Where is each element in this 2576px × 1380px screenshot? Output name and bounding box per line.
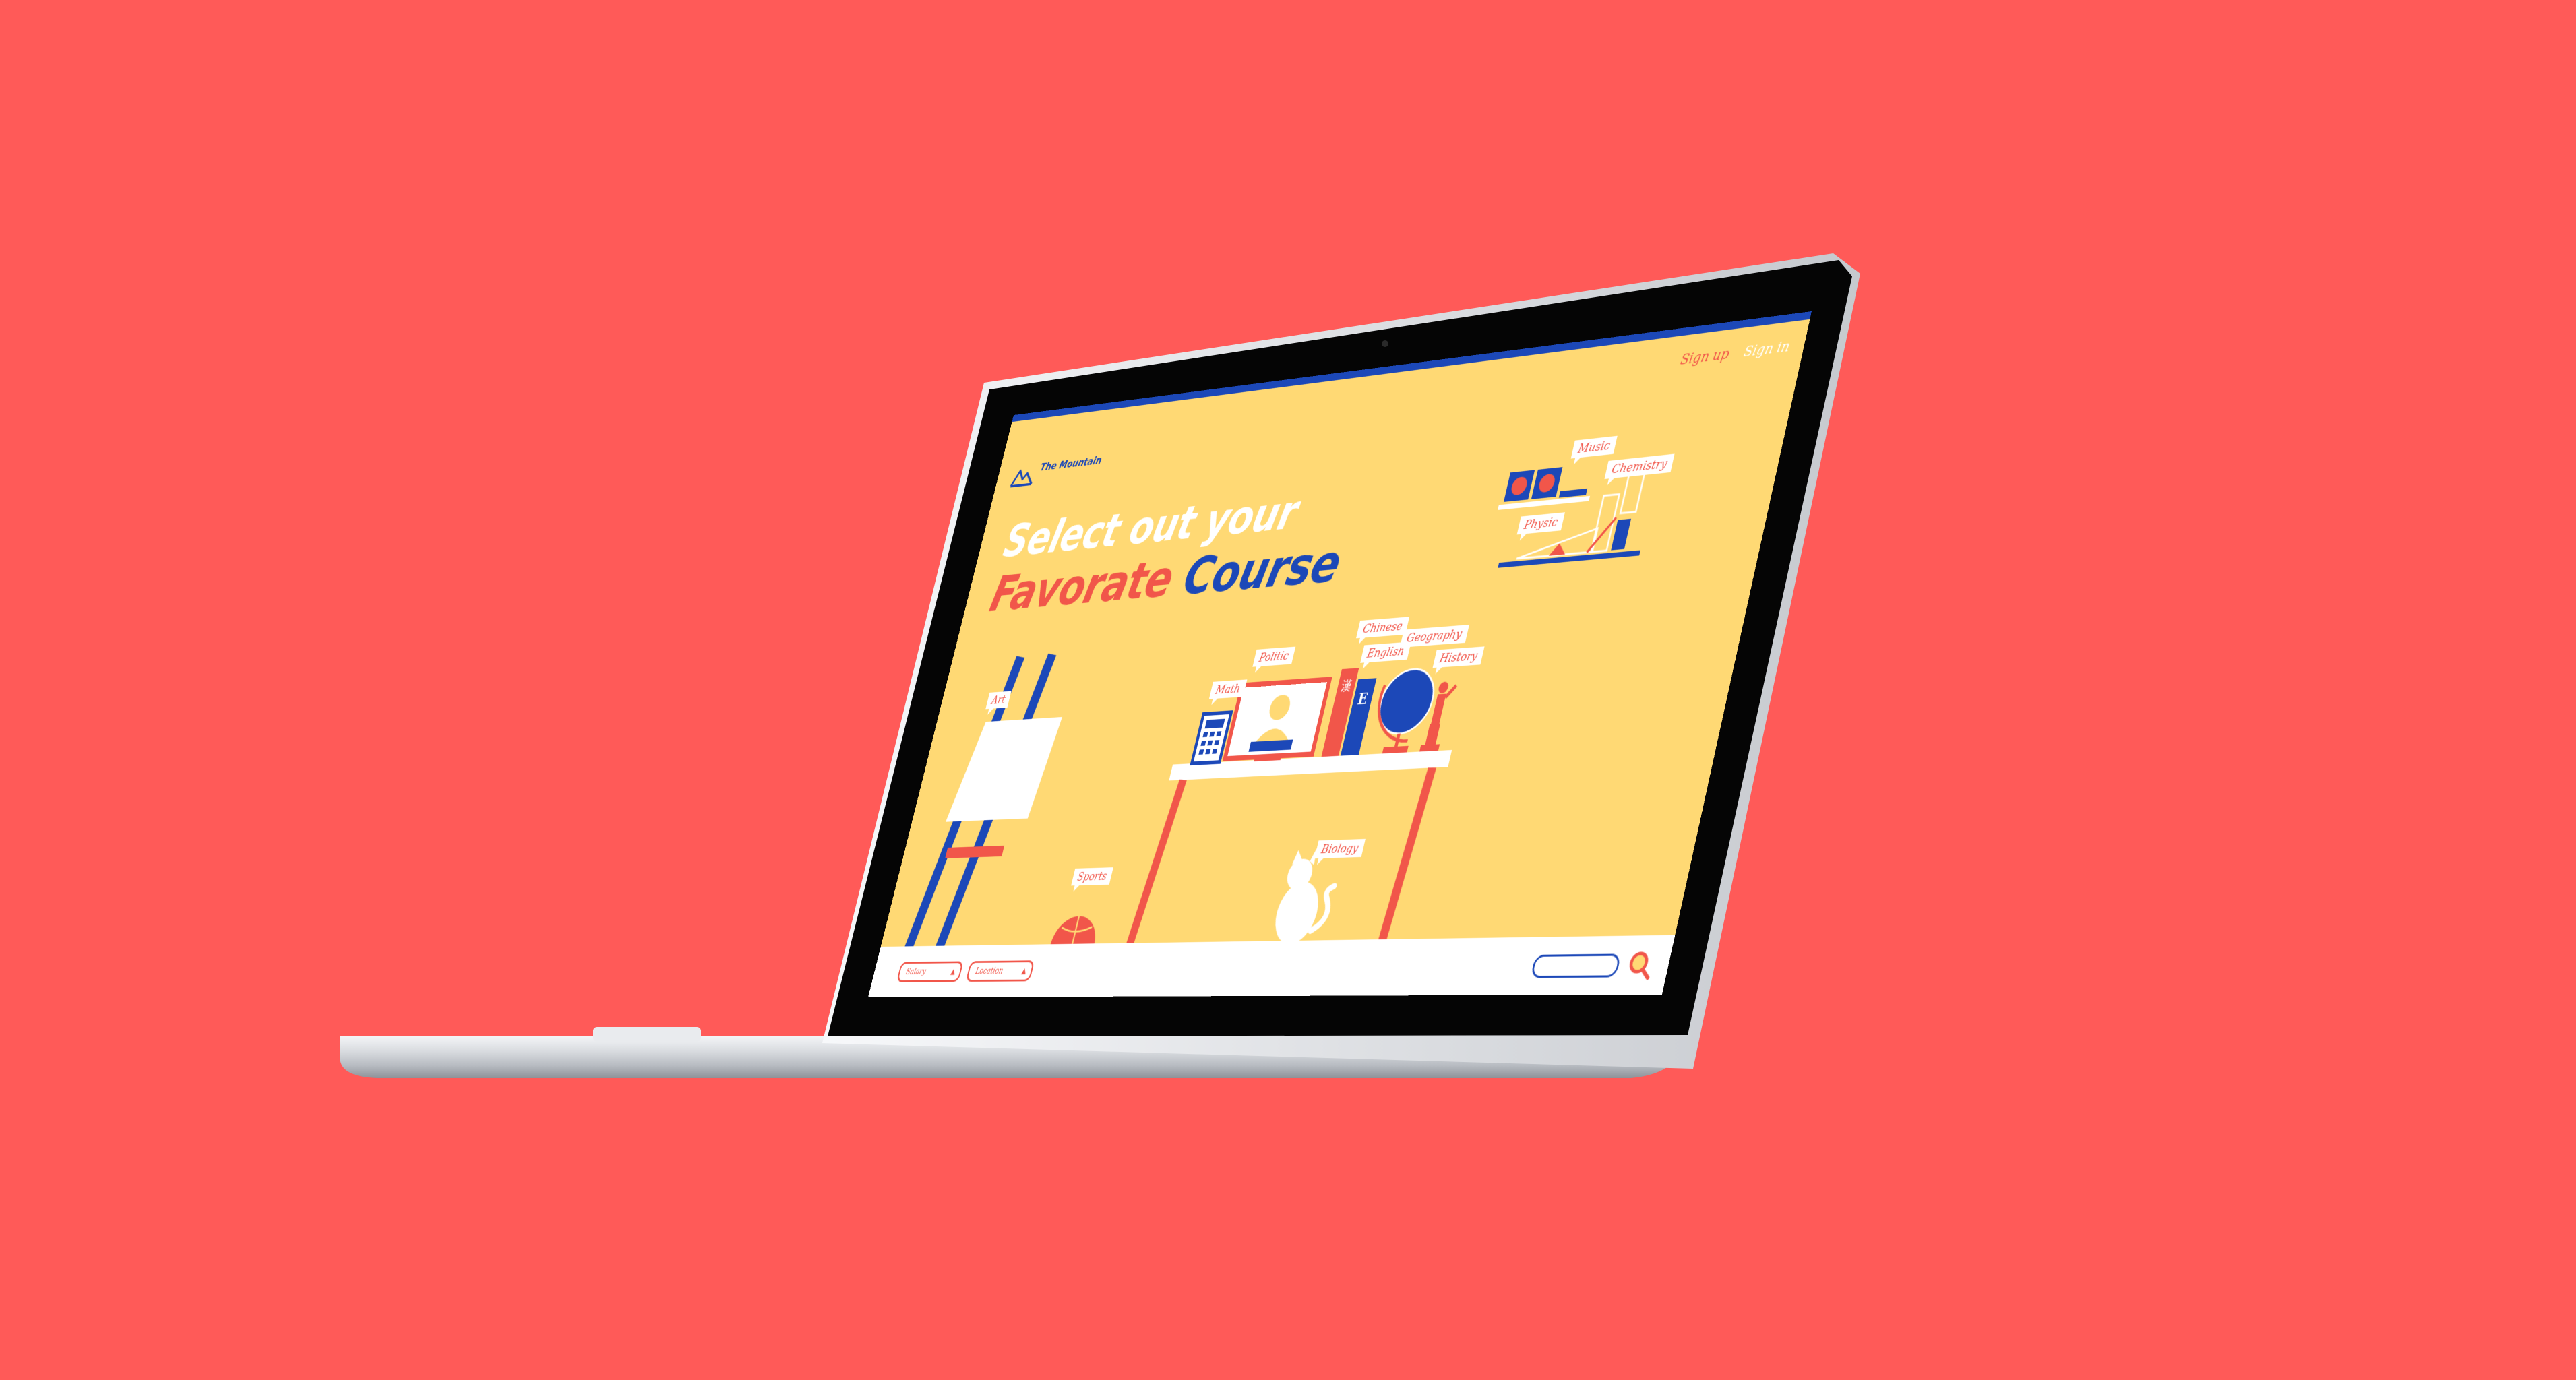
camera-icon (1382, 340, 1388, 347)
salary-select-label: Salary (905, 967, 927, 977)
tag-biology[interactable]: Biology (1314, 839, 1366, 858)
laptop-notch (593, 1027, 701, 1042)
salary-select[interactable]: Salary ▲ (896, 961, 964, 982)
location-select-label: Location (975, 966, 1004, 976)
search-input[interactable] (1530, 953, 1621, 978)
caret-up-icon: ▲ (950, 968, 956, 977)
chemistry-flask-icon[interactable] (1611, 519, 1631, 551)
tag-politic[interactable]: Politic (1252, 647, 1295, 667)
art-easel-bar (945, 846, 1004, 858)
art-canvas-icon[interactable] (946, 717, 1062, 822)
biology-cat-icon[interactable] (1269, 848, 1343, 945)
desk-leg-left (1129, 780, 1183, 946)
tag-art[interactable]: Art (985, 691, 1012, 710)
tag-sports[interactable]: Sports (1071, 867, 1113, 885)
tag-math[interactable]: Math (1209, 679, 1247, 699)
tag-history[interactable]: History (1433, 646, 1485, 668)
desk-leg-right (1382, 767, 1432, 943)
caret-up-icon: ▲ (1020, 966, 1027, 976)
location-select[interactable]: Location ▲ (966, 960, 1035, 982)
